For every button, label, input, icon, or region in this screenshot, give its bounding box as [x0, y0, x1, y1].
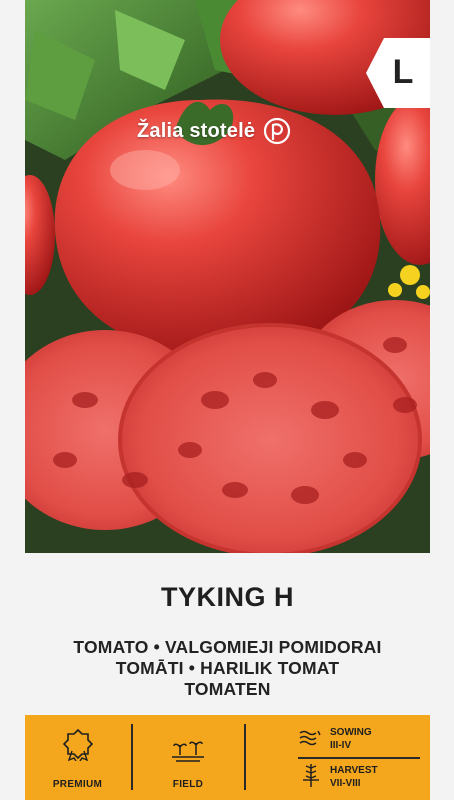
seed-packet: Žalia stotelė L TYKING H TOMATO • VALGOM…: [25, 0, 430, 800]
season-feature: SOWING III-IV HARVEST VII-VIII: [246, 715, 430, 800]
leaf-circle-icon: [264, 117, 291, 145]
premium-label: PREMIUM: [52, 779, 103, 790]
harvest-value: VII-VIII: [330, 778, 361, 789]
wheat-icon: [303, 764, 319, 787]
harvest-title: HARVEST: [330, 765, 378, 776]
product-subtitle-3: TOMATEN: [184, 679, 271, 699]
size-badge-label: L: [392, 53, 414, 91]
product-name: TYKING H: [160, 582, 294, 612]
award-rosette-icon: [62, 728, 94, 761]
season-separator: [298, 757, 420, 759]
product-subtitle-2: TOMĀTI • HARILIK TOMAT: [115, 658, 340, 678]
field-sprout-icon: [172, 741, 204, 762]
brand-name: Žalia stotelė: [137, 119, 256, 142]
brand-logo: Žalia stotelė: [137, 117, 291, 145]
sowing-value: III-IV: [330, 740, 352, 751]
field-label: FIELD: [172, 779, 204, 790]
product-subtitle-1: TOMATO • VALGOMIEJI POMIDORAI: [73, 637, 382, 657]
premium-feature: PREMIUM: [25, 715, 130, 800]
field-feature: FIELD: [133, 715, 243, 800]
sowing-title: SOWING: [330, 727, 372, 738]
water-waves-icon: [299, 730, 321, 746]
feature-band: PREMIUM FIELD SOWING III-IV HARVEST VII-…: [25, 715, 430, 800]
